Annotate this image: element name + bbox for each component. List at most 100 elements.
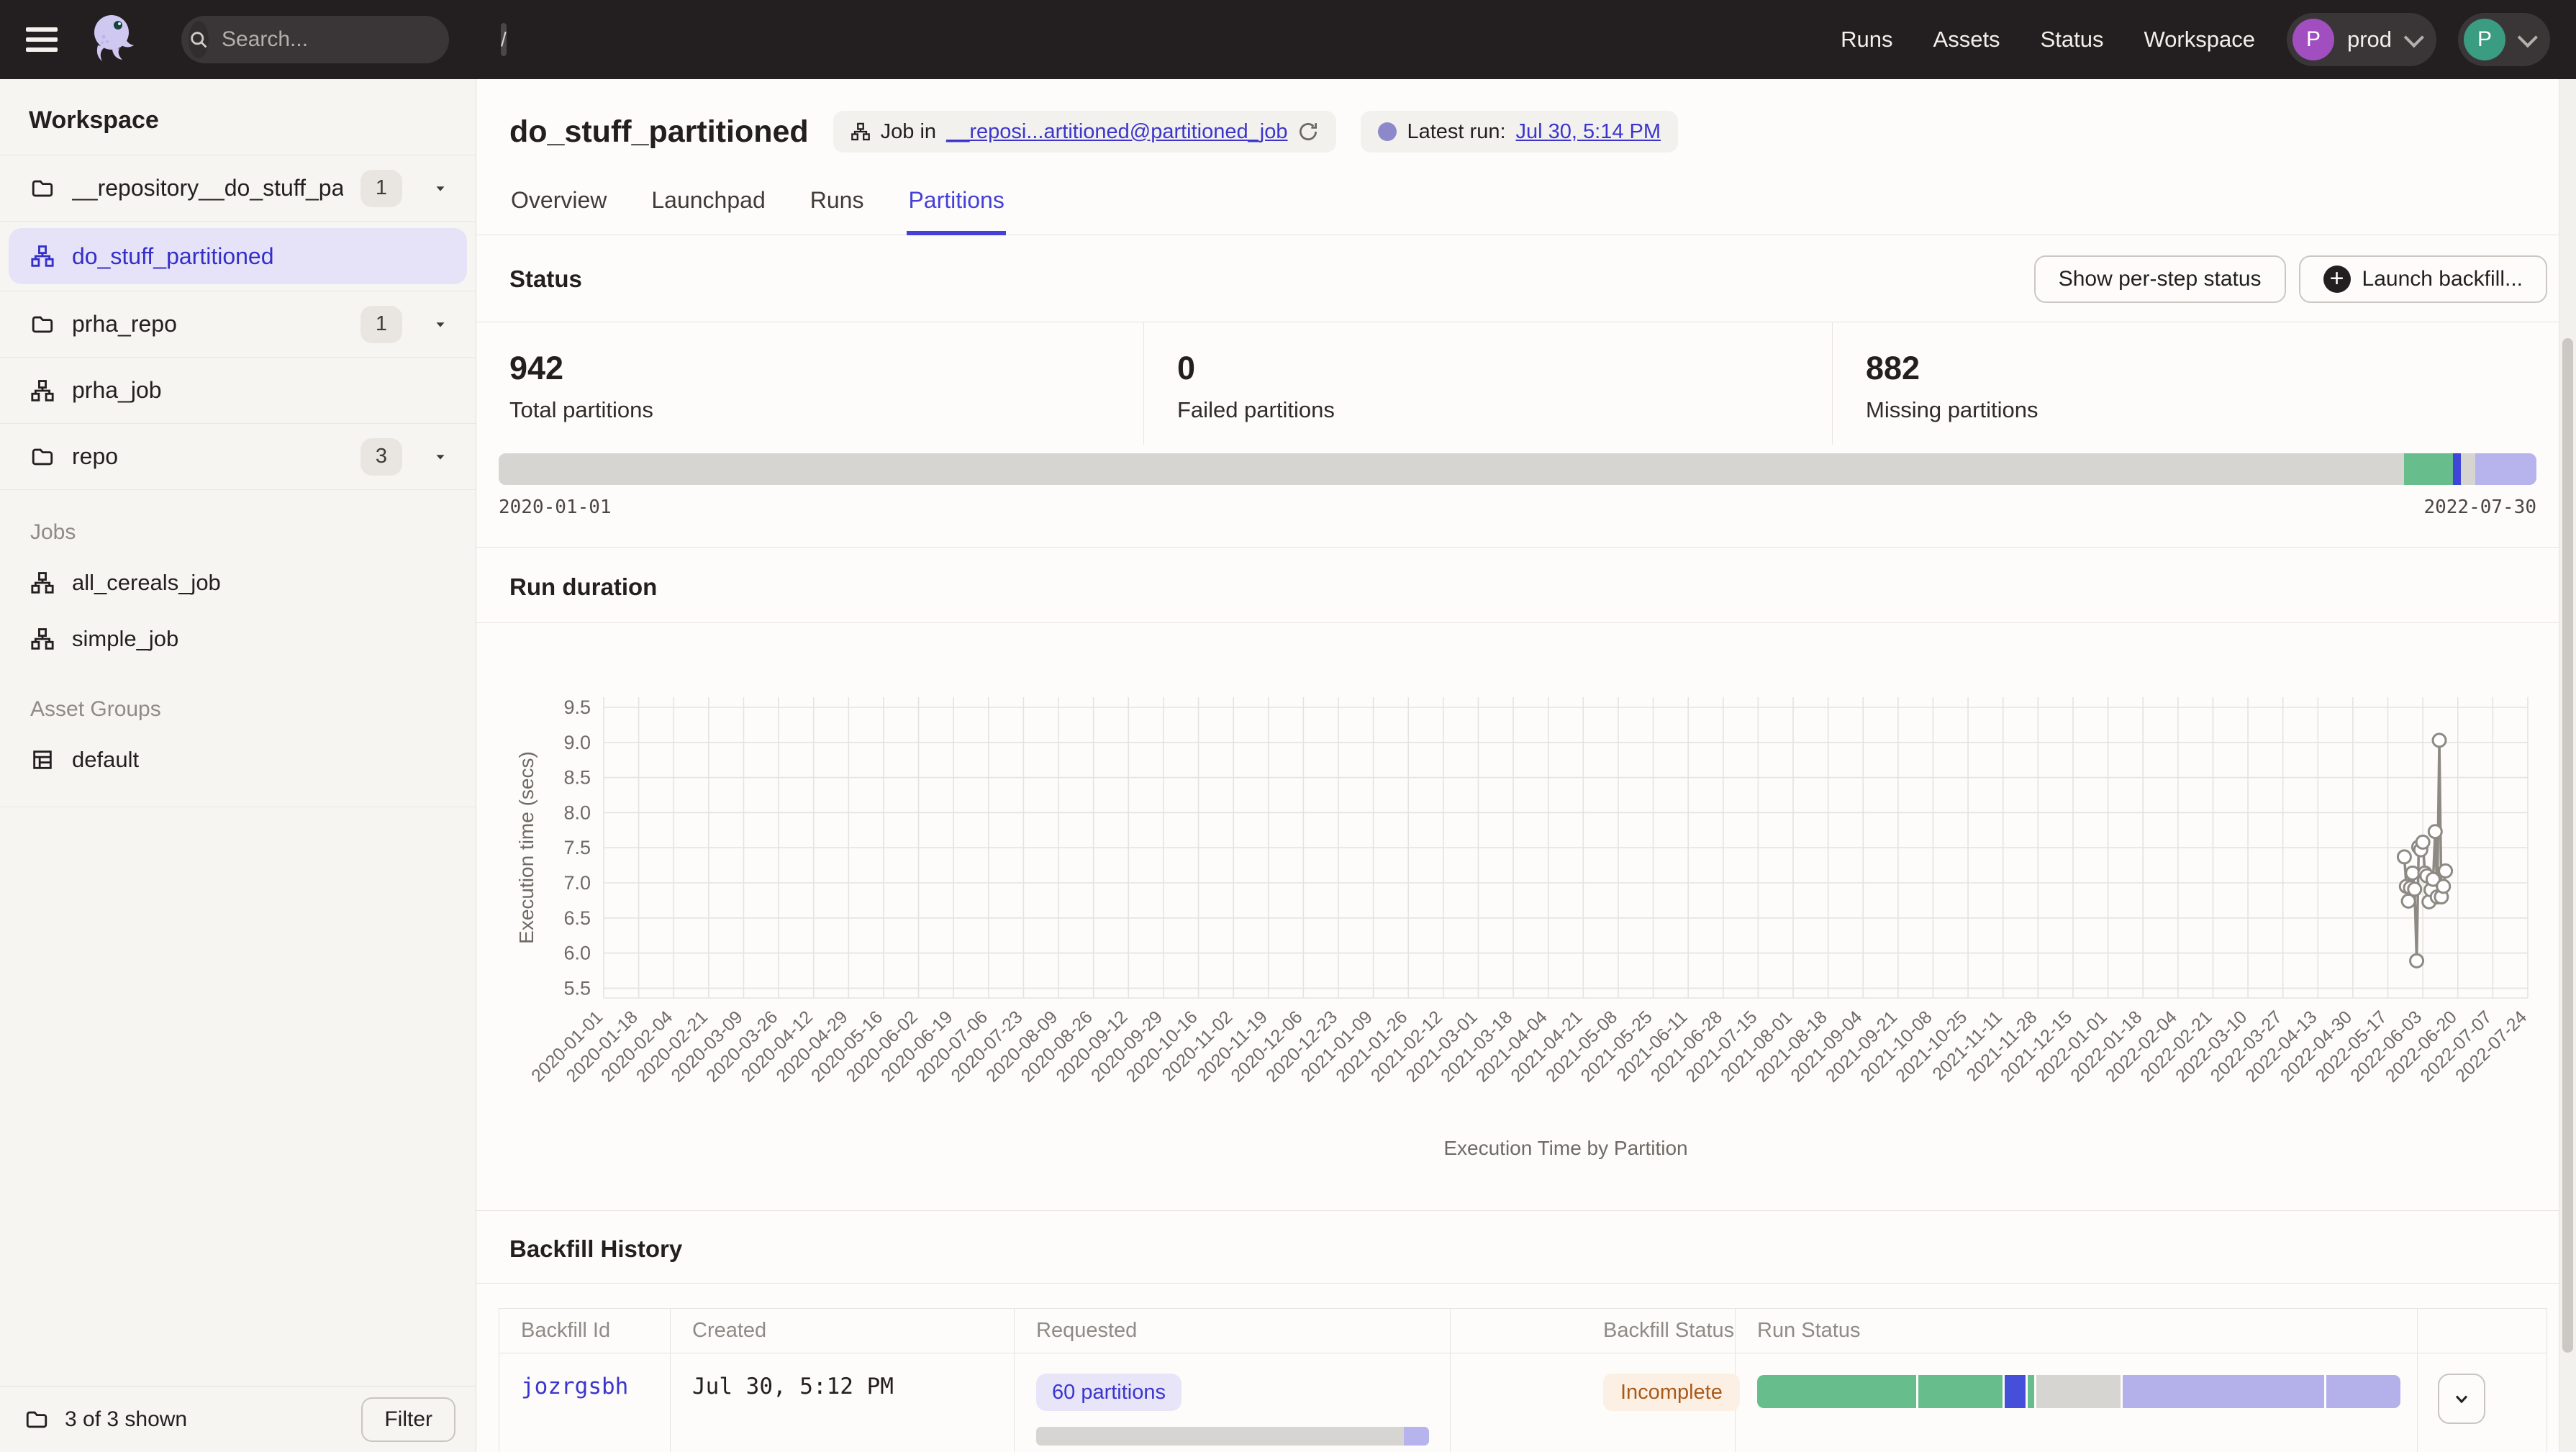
svg-text:8.5: 8.5	[563, 767, 591, 789]
tab-launchpad[interactable]: Launchpad	[650, 177, 766, 235]
bar-segment	[2326, 1375, 2400, 1408]
filter-button[interactable]: Filter	[361, 1397, 455, 1442]
table-header-row: Backfill IdCreatedRequestedBackfill Stat…	[499, 1309, 2547, 1353]
latest-run-link[interactable]: Jul 30, 5:14 PM	[1516, 120, 1661, 144]
stat-label: Failed partitions	[1177, 397, 1832, 423]
sidebar-item-repo[interactable]: repo 3	[0, 424, 476, 490]
deployment-switcher[interactable]: P prod	[2287, 13, 2436, 66]
sidebar-section-label: Jobs	[0, 490, 476, 555]
requested-partitions-pill[interactable]: 60 partitions	[1036, 1374, 1182, 1411]
sidebar-item--repository-do-stuff-partitio-[interactable]: __repository__do_stuff_partitio...1	[0, 155, 476, 222]
tab-partitions[interactable]: Partitions	[907, 177, 1005, 235]
sidebar-item-label: __repository__do_stuff_partitio...	[72, 175, 343, 201]
chevron-down-icon	[2404, 27, 2424, 47]
latest-run-badge: Latest run: Jul 30, 5:14 PM	[1361, 111, 1678, 153]
bar-segment	[1918, 1375, 2003, 1408]
nav-link-runs[interactable]: Runs	[1841, 27, 1892, 53]
sidebar-item-label: do_stuff_partitioned	[72, 243, 445, 270]
stat-missing-partitions: 882Missing partitions	[1833, 322, 2576, 445]
sidebar-item-prha-job[interactable]: prha_job	[0, 358, 476, 424]
column-header-backfill-id: Backfill Id	[499, 1309, 671, 1353]
job-icon	[30, 378, 55, 403]
job-origin-prefix: Job in	[881, 120, 936, 144]
caret-down-icon[interactable]	[427, 443, 454, 471]
svg-text:8.0: 8.0	[563, 802, 591, 823]
sidebar-item-default[interactable]: default	[0, 732, 476, 788]
user-avatar: P	[2464, 19, 2505, 60]
stat-value: 882	[1866, 350, 2576, 387]
job-origin-link[interactable]: __reposi...artitioned@partitioned_job	[946, 120, 1287, 144]
tab-overview[interactable]: Overview	[509, 177, 608, 235]
search-bar[interactable]: /	[181, 16, 449, 63]
deployment-name: prod	[2347, 27, 2392, 53]
data-point	[2437, 880, 2450, 893]
sidebar-item-label: simple_job	[72, 626, 178, 652]
column-header-requested: Requested	[1015, 1309, 1451, 1353]
run-status-bar	[1757, 1375, 2403, 1408]
stat-failed-partitions: 0Failed partitions	[1144, 322, 1833, 445]
column-header-created: Created	[671, 1309, 1015, 1353]
nav-link-status[interactable]: Status	[2041, 27, 2104, 53]
dagster-logo[interactable]	[88, 12, 140, 67]
scrollbar-thumb[interactable]	[2562, 338, 2573, 1353]
status-actions: Show per-step status +Launch backfill...	[2034, 255, 2547, 303]
svg-text:6.5: 6.5	[563, 907, 591, 929]
sidebar-item-label: repo	[72, 443, 343, 470]
sidebar-item-label: default	[72, 747, 139, 773]
folder-icon	[24, 1407, 49, 1432]
column-header-backfill-status: Backfill Status	[1451, 1309, 1736, 1353]
job-icon	[30, 571, 55, 595]
button-label: Show per-step status	[2059, 267, 2262, 291]
created-timestamp: Jul 30, 5:12 PM	[692, 1374, 894, 1399]
bar-segment	[2028, 1375, 2035, 1408]
nav-links: Runs Assets Status Workspace	[1841, 27, 2255, 53]
sidebar-item-simple_job[interactable]: simple_job	[0, 611, 476, 667]
job-icon	[30, 627, 55, 651]
svg-text:5.5: 5.5	[563, 977, 591, 999]
refresh-icon[interactable]	[1297, 121, 1319, 142]
data-point	[2428, 825, 2441, 838]
sidebar-item-prha-repo[interactable]: prha_repo1	[0, 291, 476, 358]
page-title: do_stuff_partitioned	[509, 114, 809, 150]
sidebar-footer: 3 of 3 shown Filter	[0, 1386, 476, 1452]
bar-start-date: 2020-01-01	[499, 496, 612, 518]
svg-text:9.5: 9.5	[563, 696, 591, 718]
search-icon	[189, 21, 209, 58]
table-row: jozrgsbhJul 30, 5:12 PM60 partitions2020…	[499, 1353, 2547, 1452]
top-nav: / Runs Assets Status Workspace P prod P	[0, 0, 2576, 79]
repo-count-badge: 1	[360, 306, 402, 343]
latest-run-label: Latest run:	[1407, 120, 1505, 144]
stat-label: Total partitions	[509, 397, 1143, 423]
user-menu[interactable]: P	[2458, 13, 2550, 66]
nav-link-assets[interactable]: Assets	[1933, 27, 2000, 53]
launch-backfill-button[interactable]: +Launch backfill...	[2299, 255, 2547, 303]
job-origin-badge: Job in __reposi...artitioned@partitioned…	[833, 111, 1337, 153]
sidebar-item-all_cereals_job[interactable]: all_cereals_job	[0, 555, 476, 611]
bar-segment	[2404, 453, 2453, 485]
backfill-id-link[interactable]: jozrgsbh	[521, 1374, 628, 1399]
data-point	[2416, 835, 2429, 848]
run-status-dot	[1378, 122, 1397, 141]
svg-text:6.0: 6.0	[563, 943, 591, 964]
repo-count-badge: 3	[360, 438, 402, 476]
tab-runs[interactable]: Runs	[809, 177, 866, 235]
job-icon	[30, 244, 55, 268]
search-input[interactable]	[220, 27, 501, 53]
data-point	[2411, 954, 2423, 967]
svg-text:9.0: 9.0	[563, 732, 591, 753]
data-point	[2402, 894, 2415, 907]
sidebar-item-do-stuff-partitioned[interactable]: do_stuff_partitioned	[9, 228, 467, 284]
partition-stats: 942Total partitions0Failed partitions882…	[476, 322, 2576, 445]
stat-value: 942	[509, 350, 1143, 387]
hamburger-menu-icon[interactable]	[26, 27, 58, 52]
expand-row-button[interactable]	[2438, 1374, 2485, 1424]
sidebar-item-label: prha_job	[72, 377, 454, 404]
status-section-title: Status	[509, 266, 582, 293]
caret-down-icon[interactable]	[427, 175, 454, 202]
nav-link-workspace[interactable]: Workspace	[2144, 27, 2255, 53]
folder-icon	[30, 176, 55, 201]
show-per-step-status-button[interactable]: Show per-step status	[2034, 255, 2286, 303]
backfill-history-table: Backfill IdCreatedRequestedBackfill Stat…	[499, 1308, 2547, 1452]
sidebar-item-label: all_cereals_job	[72, 570, 221, 596]
caret-down-icon[interactable]	[427, 311, 454, 338]
